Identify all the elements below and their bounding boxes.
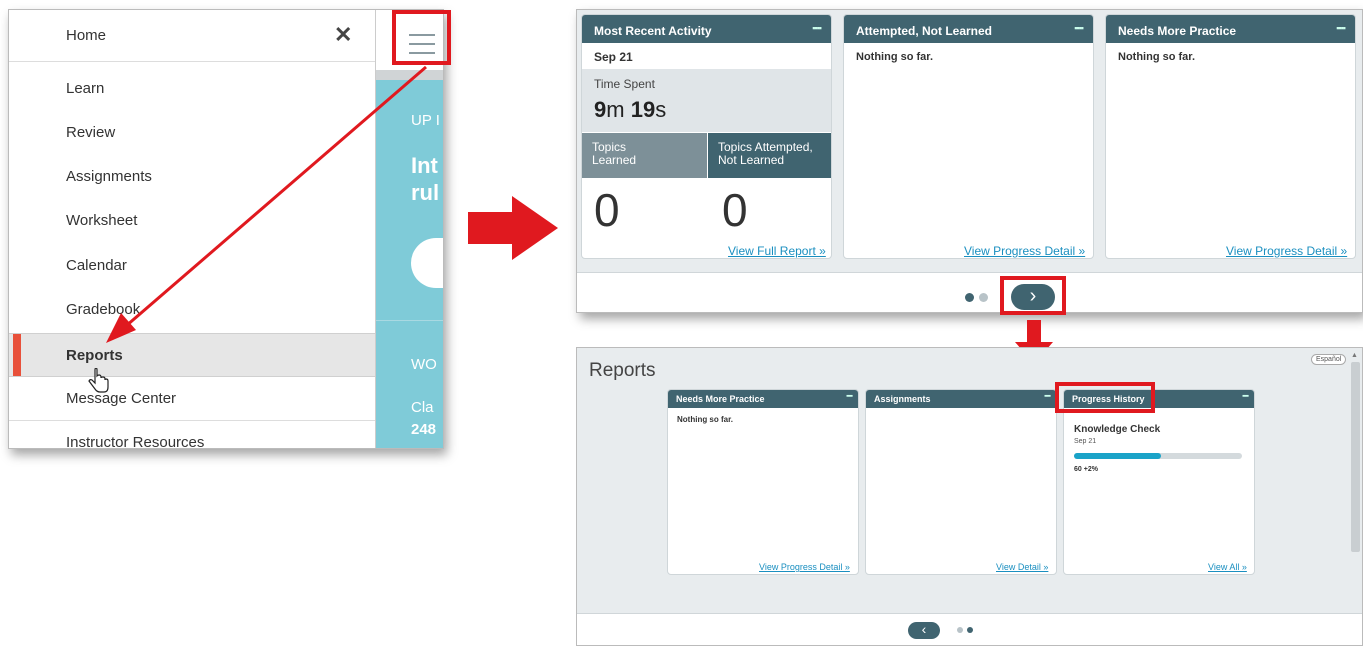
- progress-history-highlight-box: [1055, 382, 1155, 413]
- card-menu-icon[interactable]: ▪▪▪▪: [1242, 393, 1249, 400]
- needs-more-practice-card: Needs More Practice ▪▪▪▪ Nothing so far.…: [1105, 14, 1356, 259]
- topics-learned-tile: Topics Learned: [582, 133, 707, 178]
- view-progress-detail-link[interactable]: View Progress Detail »: [759, 562, 850, 572]
- card-title: Most Recent Activity: [594, 24, 712, 38]
- carousel-footer: ‹: [577, 613, 1362, 645]
- carousel-footer: ›: [577, 272, 1362, 312]
- scrollbar[interactable]: [1351, 362, 1360, 552]
- time-spent-label: Time Spent: [594, 77, 655, 91]
- right-arrow-icon: [468, 196, 558, 260]
- empty-message: Nothing so far.: [856, 51, 933, 63]
- card-title: Needs More Practice: [676, 394, 765, 404]
- progress-bar-fill: [1074, 453, 1162, 459]
- knowledge-check-title: Knowledge Check: [1074, 424, 1161, 435]
- time-spent-box: Time Spent 9m 19s: [582, 69, 831, 132]
- progress-history-report-card: Progress History ▪▪▪▪ Knowledge Check Se…: [1063, 389, 1255, 575]
- next-button-highlight-box: [1000, 276, 1066, 315]
- card-menu-icon[interactable]: ▪▪▪▪: [1074, 23, 1084, 33]
- most-recent-activity-card: Most Recent Activity ▪▪▪▪ Sep 21 Time Sp…: [581, 14, 832, 259]
- tile-label: Topics Learned: [592, 140, 637, 167]
- previous-page-button[interactable]: ‹: [908, 622, 940, 639]
- card-header: Attempted, Not Learned ▪▪▪▪: [844, 15, 1093, 43]
- view-detail-link[interactable]: View Detail »: [996, 562, 1048, 572]
- card-header: Needs More Practice ▪▪▪▪: [668, 390, 858, 408]
- view-full-report-link[interactable]: View Full Report »: [728, 244, 826, 258]
- page-dot[interactable]: [979, 293, 988, 302]
- empty-message: Nothing so far.: [677, 415, 733, 424]
- card-title: Assignments: [874, 394, 931, 404]
- language-toggle-button[interactable]: Español: [1311, 354, 1347, 365]
- topics-attempted-count: 0: [722, 184, 748, 236]
- time-spent-value: 9m 19s: [594, 97, 667, 122]
- dashboard-panel: Most Recent Activity ▪▪▪▪ Sep 21 Time Sp…: [576, 9, 1363, 313]
- card-menu-icon[interactable]: ▪▪▪▪: [1336, 23, 1346, 33]
- view-all-link[interactable]: View All »: [1208, 562, 1247, 572]
- card-header: Assignments ▪▪▪▪: [866, 390, 1056, 408]
- view-progress-detail-link[interactable]: View Progress Detail »: [1226, 244, 1347, 258]
- card-menu-icon[interactable]: ▪▪▪▪: [812, 23, 822, 33]
- reports-panel: Reports Español ▲ Needs More Practice ▪▪…: [576, 347, 1363, 646]
- card-header: Needs More Practice ▪▪▪▪: [1106, 15, 1355, 43]
- card-menu-icon[interactable]: ▪▪▪▪: [846, 393, 853, 400]
- topics-learned-count: 0: [594, 184, 620, 236]
- activity-date: Sep 21: [594, 50, 633, 64]
- tile-label: Topics Attempted, Not Learned: [718, 140, 813, 167]
- scroll-up-icon[interactable]: ▲: [1351, 352, 1358, 359]
- page-title: Reports: [589, 360, 656, 381]
- pointer-arrow: [106, 65, 427, 343]
- page-dot-active[interactable]: [967, 627, 973, 633]
- card-title: Needs More Practice: [1118, 24, 1237, 38]
- card-menu-icon[interactable]: ▪▪▪▪: [1044, 393, 1051, 400]
- attempted-not-learned-card: Attempted, Not Learned ▪▪▪▪ Nothing so f…: [843, 14, 1094, 259]
- topics-attempted-tile: Topics Attempted, Not Learned: [708, 133, 831, 178]
- progress-bar: [1074, 453, 1242, 459]
- card-header: Most Recent Activity ▪▪▪▪: [582, 15, 831, 43]
- knowledge-check-date: Sep 21: [1074, 438, 1097, 445]
- page-dot-active[interactable]: [965, 293, 974, 302]
- empty-message: Nothing so far.: [1118, 51, 1195, 63]
- score-text: 60 +2%: [1074, 466, 1098, 473]
- view-progress-detail-link[interactable]: View Progress Detail »: [964, 244, 1085, 258]
- card-title: Attempted, Not Learned: [856, 24, 993, 38]
- needs-more-practice-report-card: Needs More Practice ▪▪▪▪ Nothing so far.…: [667, 389, 859, 575]
- page-dot[interactable]: [957, 627, 963, 633]
- assignments-report-card: Assignments ▪▪▪▪ View Detail »: [865, 389, 1057, 575]
